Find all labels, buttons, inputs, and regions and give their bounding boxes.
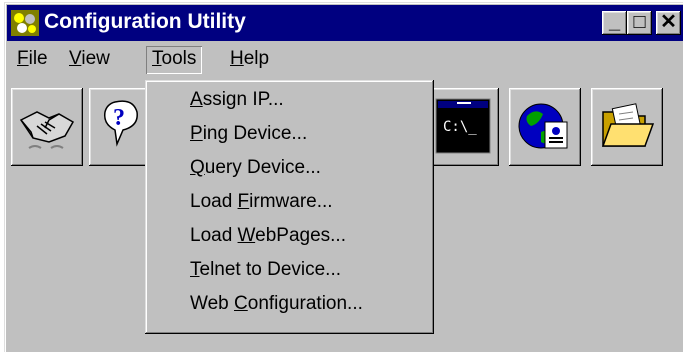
svg-text:?: ? (113, 105, 125, 131)
menu-help-label: elp (243, 48, 270, 69)
menu-item-label: onfiguration... (247, 293, 363, 314)
menu-tools-accel: T (152, 48, 162, 69)
menu-item-accel: C (234, 293, 248, 314)
menu-view[interactable]: View (63, 46, 116, 74)
menu-view-label: iew (81, 48, 110, 69)
console-text: C:\_ (443, 119, 477, 135)
menu-bar: File View Tools Help (7, 42, 683, 76)
menu-item-web-configuration[interactable]: Web Configuration... (190, 293, 363, 315)
menu-item-label: elnet to Device... (199, 259, 342, 280)
console-icon: C:\_ (435, 98, 491, 154)
menu-item-accel: A (190, 89, 203, 110)
menu-view-accel: V (69, 48, 82, 69)
menu-item-accel: F (237, 191, 250, 212)
handshake-icon (19, 111, 75, 149)
menu-item-accel: W (237, 225, 256, 246)
open-toolbar-button[interactable] (591, 88, 663, 166)
menu-item-accel: P (190, 123, 203, 144)
menu-item-accel: T (190, 259, 200, 280)
menu-tools-label: ools (161, 48, 197, 69)
menu-item-load-webpages[interactable]: Load WebPages... (190, 225, 346, 247)
menu-item-accel: Q (190, 157, 205, 178)
console-toolbar-button[interactable]: C:\_ (427, 88, 499, 166)
menu-item-telnet-to-device[interactable]: Telnet to Device... (190, 259, 341, 281)
app-icon[interactable] (11, 10, 39, 36)
web-toolbar-button[interactable] (509, 88, 581, 166)
menu-item-load-firmware[interactable]: Load Firmware... (190, 191, 333, 213)
menu-help-accel: H (230, 48, 244, 69)
menu-item-label: Load (190, 191, 238, 212)
menu-item-label: uery Device... (204, 157, 321, 178)
minimize-button[interactable]: _ (602, 11, 627, 35)
web-page-globe-icon (518, 103, 568, 149)
window-title: Configuration Utility (44, 10, 246, 33)
connect-toolbar-button[interactable] (11, 88, 83, 166)
menu-item-label: Web (190, 293, 235, 314)
menu-item-assign-ip[interactable]: Assign IP... (190, 89, 284, 111)
menu-item-label: ing Device... (202, 123, 308, 144)
menu-file-label: ile (28, 48, 48, 69)
app-window: Configuration Utility _ □ ✕ File View To… (4, 2, 683, 352)
menu-help[interactable]: Help (224, 46, 275, 74)
tools-dropdown-menu: Assign IP... Ping Device... Query Device… (145, 80, 434, 334)
title-bar[interactable]: Configuration Utility _ □ ✕ (7, 5, 683, 41)
menu-file[interactable]: File (11, 46, 54, 74)
menu-item-ping-device[interactable]: Ping Device... (190, 123, 307, 145)
menu-item-label: irmware... (249, 191, 333, 212)
menu-item-label: Load (190, 225, 238, 246)
menu-file-accel: F (17, 48, 29, 69)
menu-item-query-device[interactable]: Query Device... (190, 157, 321, 179)
menu-item-label: ssign IP... (202, 89, 284, 110)
close-button[interactable]: ✕ (656, 11, 681, 35)
menu-item-label: ebPages... (255, 225, 346, 246)
menu-tools[interactable]: Tools (146, 46, 202, 74)
maximize-button[interactable]: □ (627, 11, 652, 35)
open-folder-icon (601, 103, 655, 147)
